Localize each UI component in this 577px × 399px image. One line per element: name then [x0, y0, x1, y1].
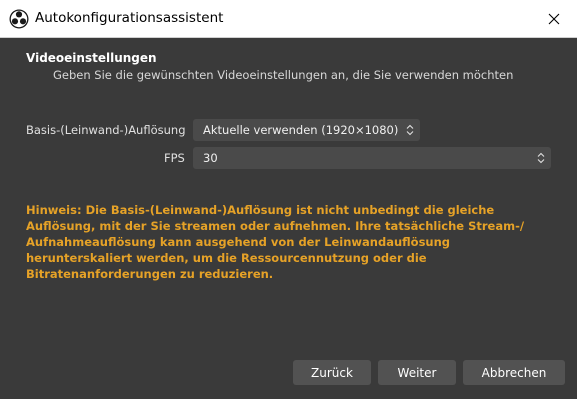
resolution-value: Aktuelle verwenden (1920×1080) — [203, 123, 399, 137]
fps-combo[interactable]: 30 — [193, 147, 551, 169]
cancel-button[interactable]: Abbrechen — [463, 360, 565, 385]
fps-label: FPS — [164, 151, 185, 165]
obs-logo-icon — [9, 9, 29, 29]
resolution-note: Hinweis: Die Basis-(Leinwand-)Auflösung … — [26, 203, 525, 281]
next-button[interactable]: Weiter — [378, 360, 456, 385]
close-icon — [548, 13, 560, 24]
section-title: Videoeinstellungen — [26, 51, 157, 65]
resolution-combo[interactable]: Aktuelle verwenden (1920×1080) — [193, 119, 420, 141]
close-button[interactable] — [531, 0, 577, 37]
up-down-chevron-icon[interactable] — [532, 148, 550, 168]
resolution-label: Basis-(Leinwand-)Auflösung — [26, 123, 186, 137]
fps-value: 30 — [203, 151, 218, 165]
window-title: Autokonfigurationsassistent — [35, 10, 224, 26]
dialog-content: Videoeinstellungen Geben Sie die gewünsc… — [0, 38, 577, 399]
back-button[interactable]: Zurück — [293, 360, 371, 385]
up-down-chevron-icon[interactable] — [401, 120, 419, 140]
section-subtitle: Geben Sie die gewünschten Videoeinstellu… — [53, 68, 514, 82]
title-bar: Autokonfigurationsassistent — [0, 0, 577, 38]
